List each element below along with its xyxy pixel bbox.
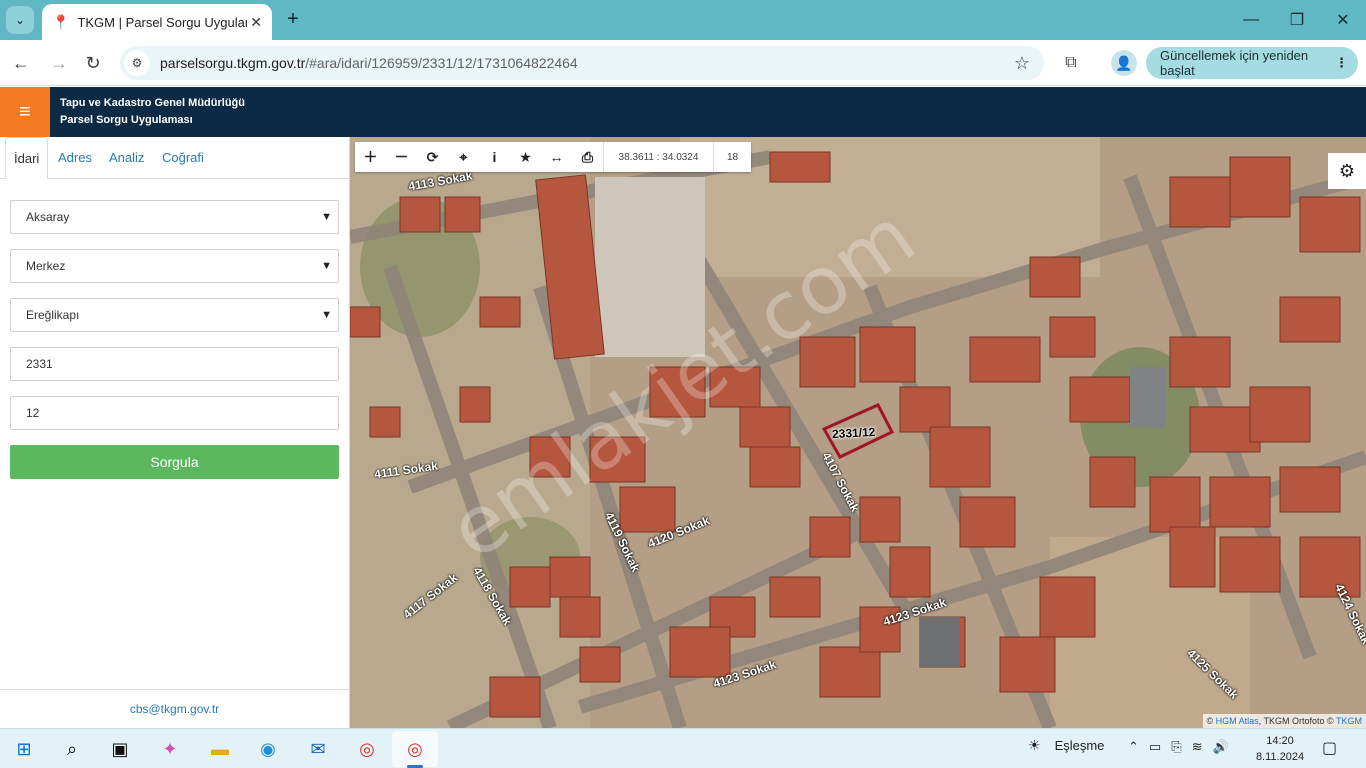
weather-icon: ☀ bbox=[1028, 737, 1041, 753]
tab-title: TKGM | Parsel Sorgu Uygulaması bbox=[77, 14, 247, 30]
app-title: Tapu ve Kadastro Genel Müdürlüğü Parsel … bbox=[60, 95, 245, 129]
chevron-down-icon: ▼ bbox=[321, 260, 332, 272]
notification-icon[interactable]: ▢ bbox=[1322, 738, 1337, 758]
update-label: Güncellemek için yeniden başlat bbox=[1160, 48, 1309, 78]
chrome-icon[interactable]: ◎ bbox=[353, 735, 381, 763]
close-tab-icon[interactable]: ✕ bbox=[250, 14, 262, 31]
address-bar[interactable]: ⚙ parselsorgu.tkgm.gov.tr/#ara/idari/126… bbox=[120, 46, 1044, 80]
location-pin-icon: 📍 bbox=[52, 13, 70, 30]
map-attribution: © HGM Atlas, TKGM Ortofoto © TKGM bbox=[1202, 714, 1366, 728]
coordinate-readout: 38.3611 : 34.0324 bbox=[603, 142, 713, 172]
edge-icon[interactable]: ◉ bbox=[254, 735, 282, 763]
hgm-atlas-link[interactable]: HGM Atlas bbox=[1216, 716, 1259, 726]
copilot-icon[interactable]: ✦ bbox=[156, 735, 184, 763]
print-icon[interactable]: ⎙ bbox=[572, 142, 603, 172]
map-view[interactable]: emlakjet.com 4113 Sokak 4111 Sokak 4107 … bbox=[350, 137, 1366, 728]
browser-tab-strip: ⌄ 📍 TKGM | Parsel Sorgu Uygulaması ✕ + —… bbox=[0, 0, 1366, 40]
query-tabs: İdari Adres Analiz Coğrafi bbox=[0, 137, 349, 179]
tkgm-link[interactable]: TKGM bbox=[1336, 716, 1362, 726]
map-settings-gear-icon[interactable]: ⚙ bbox=[1328, 153, 1366, 189]
block-no-value: 2331 bbox=[26, 357, 53, 371]
weather-label: Eşleşme bbox=[1054, 738, 1105, 753]
map-toolbar: ＋ － ⟳ ⌖ i ★ ↔ ⎙ 38.3611 : 34.0324 18 bbox=[355, 142, 751, 172]
block-no-input[interactable]: 2331 bbox=[10, 347, 339, 381]
bookmark-star-icon[interactable]: ☆ bbox=[1014, 53, 1030, 74]
more-menu-icon[interactable]: ⋮ bbox=[1335, 55, 1348, 71]
url-host: parselsorgu.tkgm.gov.tr bbox=[160, 55, 306, 71]
parcel-no-value: 12 bbox=[26, 406, 40, 420]
neighborhood-value: Ereğlikapı bbox=[26, 308, 80, 322]
zoom-level: 18 bbox=[713, 142, 751, 172]
menu-hamburger-icon[interactable]: ≡ bbox=[0, 87, 50, 137]
update-restart-button[interactable]: Güncellemek için yeniden başlat ⋮ bbox=[1146, 47, 1358, 79]
weather-widget[interactable]: ☀ Eşleşme bbox=[1028, 737, 1104, 754]
district-select[interactable]: Merkez ▼ bbox=[10, 249, 339, 283]
profile-avatar[interactable]: 👤 bbox=[1111, 50, 1137, 76]
outlook-icon[interactable]: ✉ bbox=[304, 735, 332, 763]
parcel-no-input[interactable]: 12 bbox=[10, 396, 339, 430]
windows-taskbar: ⊞ ⌕ ▣ ✦ ▬ ◉ ✉ ◎ ◎ ☀ Eşleşme ⌃ ▭ ⎘ ≋ 🔊 14… bbox=[0, 728, 1366, 768]
clock-date: 8.11.2024 bbox=[1255, 751, 1305, 763]
url-path: /#ara/idari/126959/2331/12/1731064822464 bbox=[305, 55, 578, 71]
chevron-down-icon: ⌄ bbox=[14, 13, 26, 27]
extensions-icon[interactable]: ⧉ bbox=[1058, 50, 1084, 76]
measure-icon[interactable]: ↔ bbox=[541, 142, 572, 172]
browser-tab[interactable]: 📍 TKGM | Parsel Sorgu Uygulaması ✕ bbox=[42, 4, 272, 40]
parcel-label[interactable]: 2331/12 bbox=[832, 425, 876, 441]
tab-search-button[interactable]: ⌄ bbox=[6, 6, 34, 34]
search-icon[interactable]: ⌕ bbox=[58, 735, 86, 763]
province-select[interactable]: Aksaray ▼ bbox=[10, 200, 339, 234]
clock-time: 14:20 bbox=[1266, 735, 1294, 747]
window-controls: — ❐ ✕ bbox=[1228, 0, 1366, 40]
attribution-prefix: © bbox=[1206, 716, 1214, 726]
reload-button[interactable]: ↻ bbox=[80, 50, 106, 76]
query-button[interactable]: Sorgula bbox=[10, 445, 339, 479]
org-name: Tapu ve Kadastro Genel Müdürlüğü bbox=[60, 97, 245, 109]
tab-cografi[interactable]: Coğrafi bbox=[154, 137, 212, 179]
district-value: Merkez bbox=[26, 259, 66, 273]
clock[interactable]: 14:20 8.11.2024 bbox=[1252, 733, 1308, 765]
province-value: Aksaray bbox=[26, 210, 70, 224]
contact-email-link[interactable]: cbs@tkgm.gov.tr bbox=[0, 689, 349, 728]
system-tray: ⌃ ▭ ⎘ ≋ 🔊 bbox=[1128, 739, 1229, 755]
chevron-down-icon: ▼ bbox=[321, 211, 332, 223]
star-icon[interactable]: ★ bbox=[510, 142, 541, 172]
query-panel: İdari Adres Analiz Coğrafi Aksaray ▼ Mer… bbox=[0, 137, 350, 728]
tab-idari[interactable]: İdari bbox=[5, 137, 49, 179]
volume-icon[interactable]: 🔊 bbox=[1213, 739, 1229, 755]
task-view-icon[interactable]: ▣ bbox=[106, 735, 134, 763]
new-tab-button[interactable]: + bbox=[282, 8, 304, 30]
restore-icon[interactable]: ❐ bbox=[1274, 0, 1320, 40]
battery-icon[interactable]: ▭ bbox=[1149, 739, 1161, 755]
zoom-out-icon[interactable]: － bbox=[386, 142, 417, 172]
person-icon: 👤 bbox=[1115, 54, 1133, 71]
zoom-in-icon[interactable]: ＋ bbox=[355, 142, 386, 172]
back-button[interactable]: ← bbox=[8, 50, 34, 76]
close-window-icon[interactable]: ✕ bbox=[1320, 0, 1366, 40]
forward-button[interactable]: → bbox=[46, 50, 72, 76]
tab-analiz[interactable]: Analiz bbox=[101, 137, 152, 179]
neighborhood-select[interactable]: Ereğlikapı ▼ bbox=[10, 298, 339, 332]
tab-adres[interactable]: Adres bbox=[50, 137, 100, 179]
info-icon[interactable]: i bbox=[479, 142, 510, 172]
file-explorer-icon[interactable]: ▬ bbox=[206, 735, 234, 763]
app-header: ≡ Tapu ve Kadastro Genel Müdürlüğü Parse… bbox=[0, 87, 1366, 137]
url-text: parselsorgu.tkgm.gov.tr/#ara/idari/12695… bbox=[160, 55, 578, 71]
wifi-icon[interactable]: ≋ bbox=[1192, 739, 1203, 755]
browser-toolbar: ← → ↻ ⚙ parselsorgu.tkgm.gov.tr/#ara/ida… bbox=[0, 40, 1366, 86]
minimize-icon[interactable]: — bbox=[1228, 0, 1274, 40]
attribution-mid: , TKGM Ortofoto © bbox=[1258, 716, 1334, 726]
crosshair-icon[interactable]: ⌖ bbox=[448, 142, 479, 172]
refresh-icon[interactable]: ⟳ bbox=[417, 142, 448, 172]
windows-start-icon[interactable]: ⊞ bbox=[10, 735, 38, 763]
chevron-down-icon: ▼ bbox=[321, 309, 332, 321]
chrome-active-icon[interactable]: ◎ bbox=[401, 735, 429, 768]
app-name: Parsel Sorgu Uygulaması bbox=[60, 114, 193, 126]
device-icon[interactable]: ⎘ bbox=[1171, 739, 1181, 755]
site-info-icon[interactable]: ⚙ bbox=[124, 50, 150, 76]
chevron-up-icon[interactable]: ⌃ bbox=[1128, 739, 1139, 755]
